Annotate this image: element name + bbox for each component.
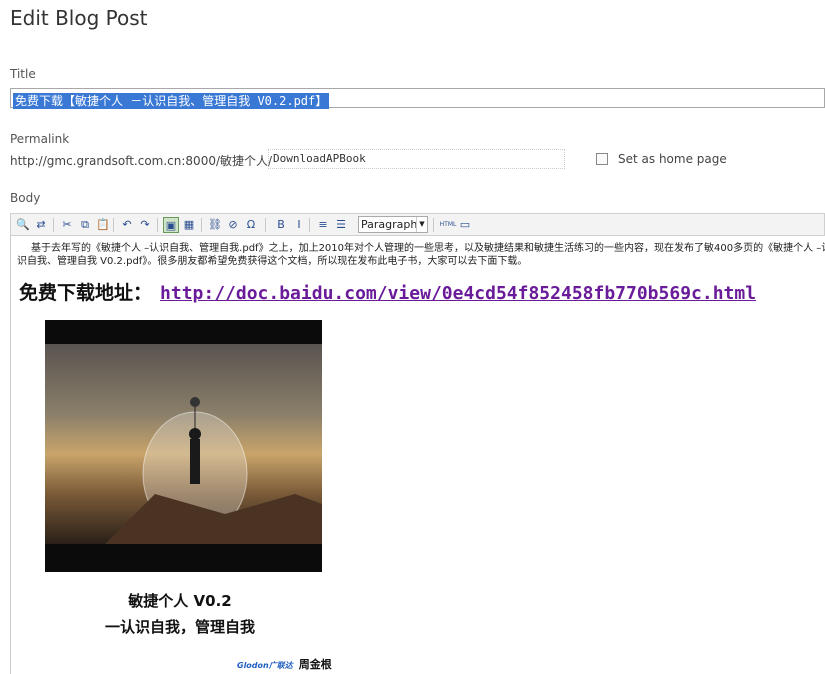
fullscreen-icon[interactable]: ▭ bbox=[457, 217, 473, 233]
link-icon[interactable]: ⛓ bbox=[207, 217, 223, 233]
cut-icon[interactable]: ✂ bbox=[59, 217, 75, 233]
unordered-list-icon[interactable]: ☰ bbox=[333, 217, 349, 233]
redo-icon[interactable]: ↷ bbox=[137, 217, 153, 233]
book-title: 敏捷个人 V0.2 bbox=[128, 592, 232, 610]
toolbar-separator bbox=[309, 218, 310, 232]
format-value: Paragraph bbox=[361, 218, 418, 231]
home-page-checkbox[interactable] bbox=[596, 153, 608, 165]
publisher-logo: Glodon广联达 bbox=[237, 661, 293, 670]
title-value: 免费下载【敏捷个人 －认识自我、管理自我 V0.2.pdf】 bbox=[13, 93, 330, 109]
toolbar-separator bbox=[433, 218, 434, 232]
media-icon[interactable]: ▦ bbox=[181, 217, 197, 233]
unlink-icon[interactable]: ⊘ bbox=[225, 217, 241, 233]
toolbar-separator bbox=[113, 218, 114, 232]
find-icon[interactable]: 🔍 bbox=[15, 217, 31, 233]
permalink-base: http://gmc.grandsoft.com.cn:8000/敏捷个人/ bbox=[10, 154, 273, 168]
paragraph-format-select[interactable]: Paragraph ▼ bbox=[358, 216, 428, 233]
download-link[interactable]: http://doc.baidu.com/view/0e4cd54f852458… bbox=[160, 283, 756, 304]
toolbar-separator bbox=[201, 218, 202, 232]
book-cover-image bbox=[45, 320, 322, 572]
toolbar-separator bbox=[53, 218, 54, 232]
paste-icon[interactable]: 📋 bbox=[95, 217, 111, 233]
replace-icon[interactable]: ⇄ bbox=[33, 217, 49, 233]
undo-icon[interactable]: ↶ bbox=[119, 217, 135, 233]
image-icon[interactable]: ▣ bbox=[163, 217, 179, 233]
title-label: Title bbox=[10, 67, 36, 81]
download-line: 免费下载地址： http://doc.baidu.com/view/0e4cd54… bbox=[19, 278, 756, 305]
permalink-label: Permalink bbox=[10, 132, 70, 146]
download-label: 免费下载地址： bbox=[19, 282, 153, 304]
home-page-label: Set as home page bbox=[618, 152, 727, 166]
page-title: Edit Blog Post bbox=[10, 6, 148, 30]
toolbar-separator bbox=[265, 218, 266, 232]
author-name: 周金根 bbox=[298, 658, 332, 671]
book-subtitle: 一认识自我，管理自我 bbox=[104, 618, 255, 636]
cover-illustration bbox=[105, 397, 322, 544]
body-label: Body bbox=[10, 191, 41, 205]
editor-toolbar: Paragraph ▼ 🔍 ⇄ ✂ ⧉ 📋 ↶ ↷ ▣ ▦ ⛓ ⊘ Ω B I ≡ ☰ HTML ▭ bbox=[10, 213, 825, 236]
special-char-icon[interactable]: Ω bbox=[243, 217, 259, 233]
author-line: Glodon广联达 周金根 bbox=[237, 656, 332, 672]
cover-art bbox=[45, 344, 322, 544]
bold-icon[interactable]: B bbox=[273, 217, 289, 233]
title-input[interactable]: 免费下载【敏捷个人 －认识自我、管理自我 V0.2.pdf】 bbox=[10, 88, 825, 109]
html-icon[interactable]: HTML bbox=[439, 217, 457, 233]
chevron-down-icon: ▼ bbox=[416, 217, 427, 232]
toolbar-separator bbox=[157, 218, 158, 232]
permalink-input[interactable]: DownloadAPBook bbox=[268, 149, 565, 169]
intro-paragraph: 基于去年写的《敏捷个人 –认识自我、管理自我.pdf》之上，加上2010年对个人… bbox=[17, 243, 825, 267]
ordered-list-icon[interactable]: ≡ bbox=[315, 217, 331, 233]
copy-icon[interactable]: ⧉ bbox=[77, 217, 93, 233]
body-editor[interactable]: 基于去年写的《敏捷个人 –认识自我、管理自我.pdf》之上，加上2010年对个人… bbox=[10, 236, 825, 674]
italic-icon[interactable]: I bbox=[291, 217, 307, 233]
